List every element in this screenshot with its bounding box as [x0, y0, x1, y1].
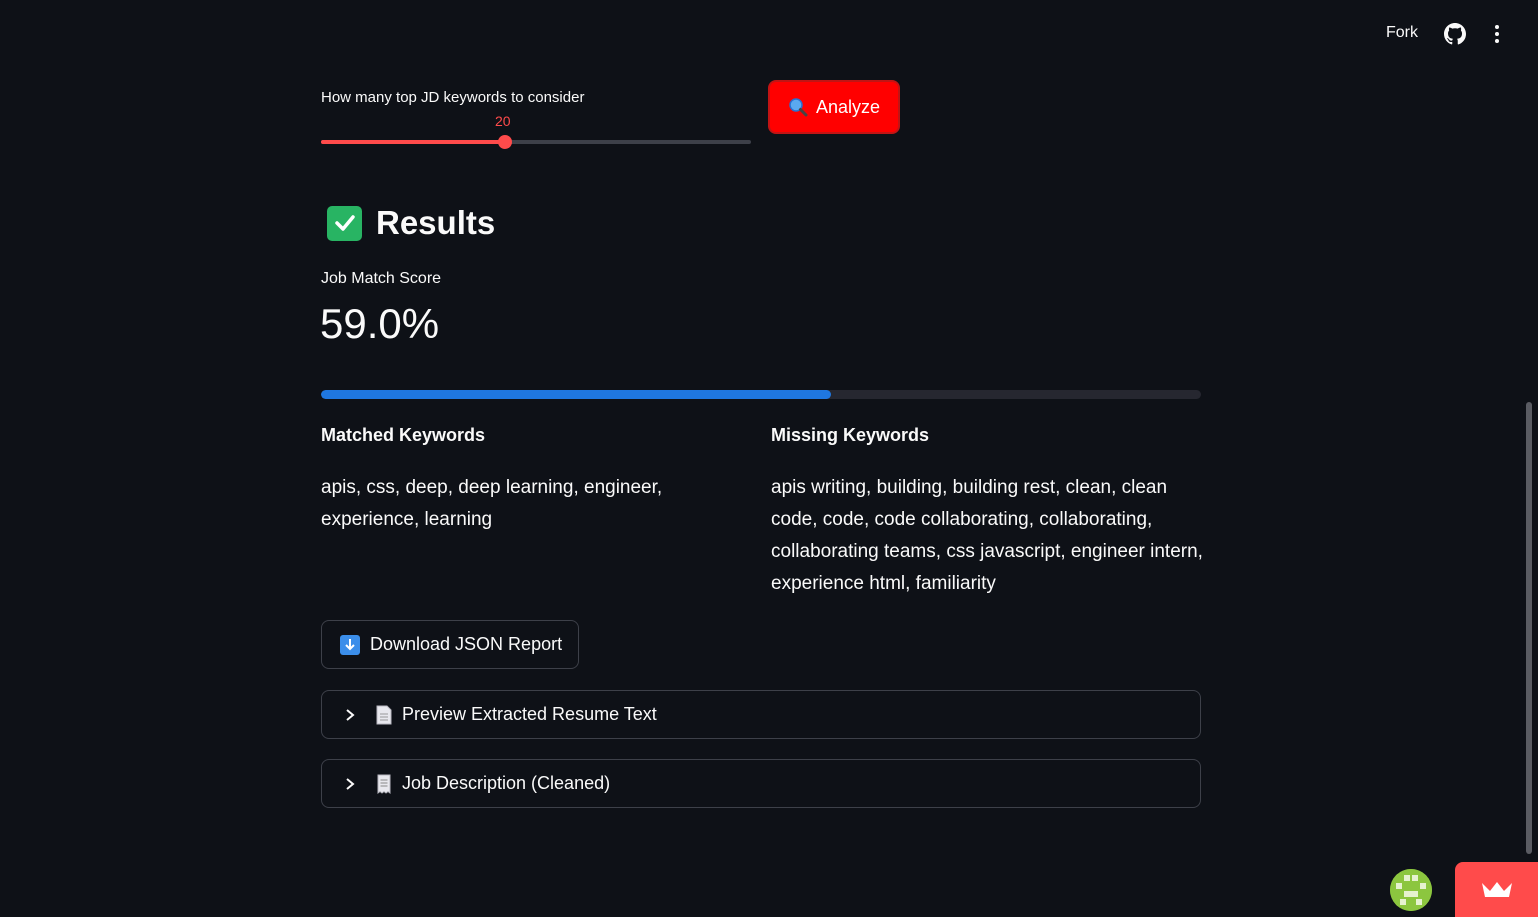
download-json-button[interactable]: Download JSON Report: [321, 620, 579, 669]
download-label: Download JSON Report: [370, 634, 563, 654]
expander-job-description[interactable]: Job Description (Cleaned): [321, 759, 1201, 808]
results-heading: Results: [327, 204, 495, 242]
missing-keywords-heading: Missing Keywords: [771, 425, 930, 445]
match-progress-bar: [321, 390, 1201, 399]
matched-keywords-text: apis, css, deep, deep learning, engineer…: [321, 477, 663, 530]
metric-value: 59.0%: [320, 300, 440, 347]
chevron-right-icon: [346, 777, 355, 790]
metric-label: Job Match Score: [321, 270, 442, 287]
results-title: Results: [376, 204, 496, 241]
top-bar: Fork: [0, 0, 1538, 60]
crown-icon: [1481, 881, 1512, 897]
avatar[interactable]: [1390, 869, 1432, 911]
missing-keywords-text: apis writing, building, building rest, c…: [771, 477, 1203, 594]
slider-fill: [321, 140, 505, 144]
analyze-button[interactable]: Analyze: [768, 80, 900, 134]
slider-value: 20: [495, 113, 511, 129]
receipt-icon: [377, 774, 391, 794]
expander-resume-label: Preview Extracted Resume Text: [402, 704, 657, 724]
slider-track[interactable]: [321, 140, 751, 144]
fork-link[interactable]: Fork: [1386, 24, 1418, 42]
matched-keywords-heading: Matched Keywords: [321, 425, 486, 445]
chevron-right-icon: [346, 708, 355, 721]
magnifier-icon: [789, 98, 808, 117]
kebab-menu-icon[interactable]: [1488, 23, 1506, 45]
expander-job-description-label: Job Description (Cleaned): [402, 773, 611, 793]
download-arrow-icon: [340, 634, 360, 655]
match-progress-fill: [321, 390, 832, 399]
document-icon: [376, 705, 392, 724]
slider-thumb[interactable]: [498, 135, 512, 149]
expander-resume-text[interactable]: Preview Extracted Resume Text: [321, 690, 1201, 739]
scrollbar[interactable]: [1526, 402, 1532, 854]
streamlit-crown-button[interactable]: [1455, 862, 1538, 917]
github-icon[interactable]: [1444, 23, 1466, 45]
slider-label: How many top JD keywords to consider: [321, 89, 585, 106]
analyze-label: Analyze: [815, 96, 881, 117]
check-mark-icon: [327, 205, 362, 241]
